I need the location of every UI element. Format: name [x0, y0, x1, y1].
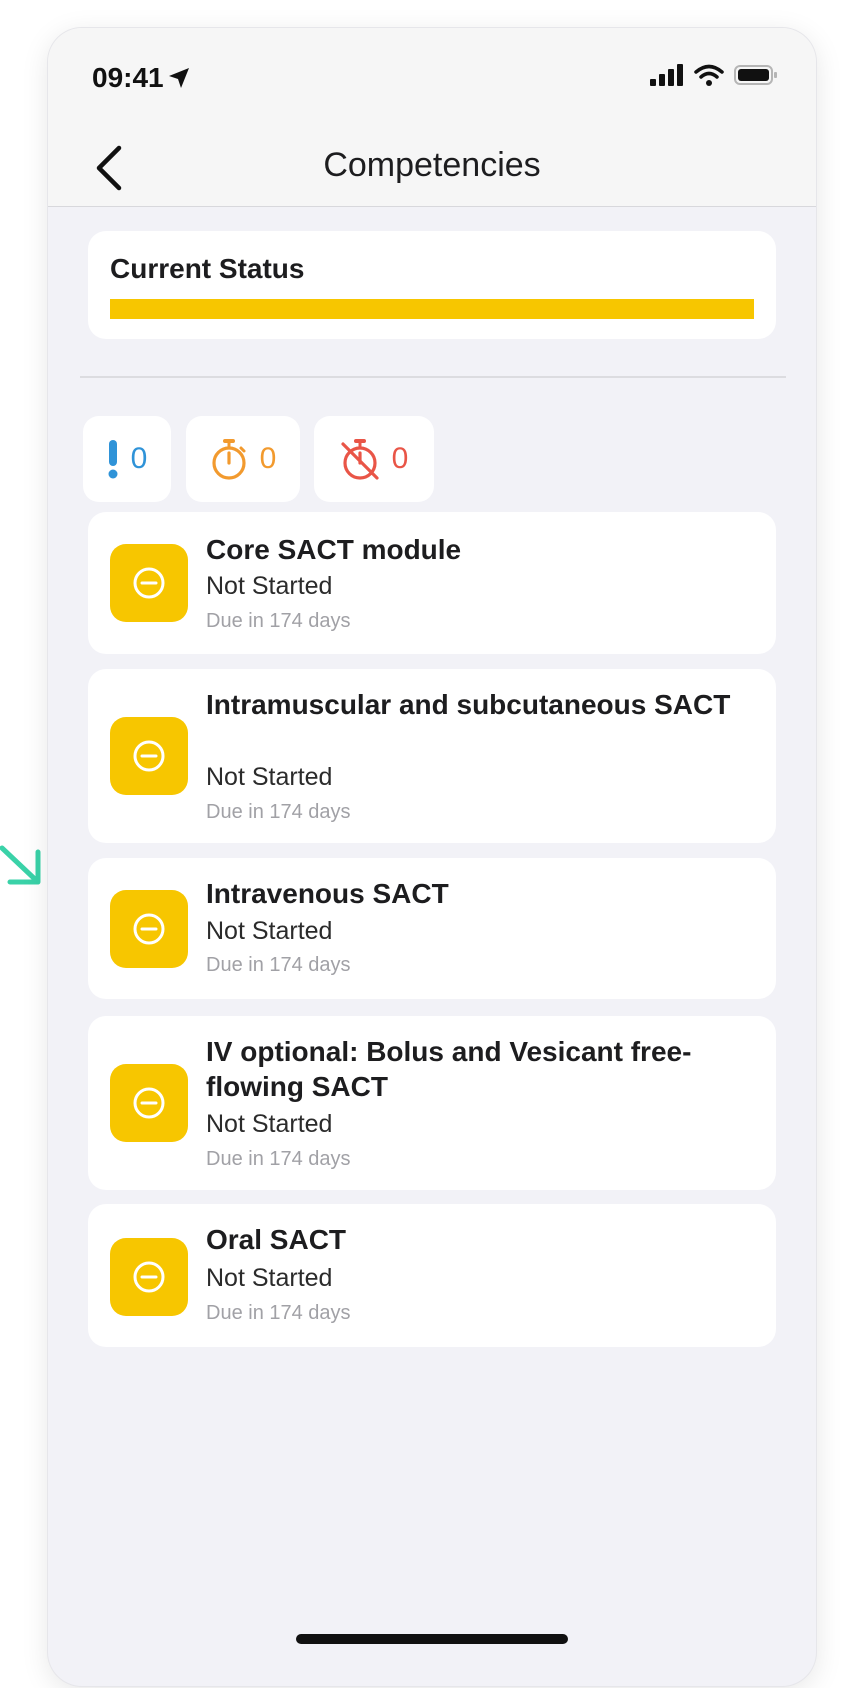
competency-status: Not Started — [206, 572, 333, 600]
competency-title: Oral SACT — [206, 1224, 347, 1255]
competency-status-badge — [110, 1238, 188, 1316]
stopwatch-icon — [212, 439, 246, 480]
phone-screen: 09:41 Competencies Current Status 0 0 0 … — [48, 28, 816, 1686]
signal-bars-icon — [650, 64, 683, 86]
wifi-icon — [694, 64, 724, 86]
competency-status: Not Started — [206, 1264, 333, 1292]
location-arrow-icon — [168, 68, 189, 88]
battery-icon — [734, 65, 777, 85]
competency-item-intravenous[interactable]: Intravenous SACT Not Started Due in 174 … — [88, 858, 776, 999]
status-time: 09:41 — [92, 62, 192, 94]
status-icons — [650, 64, 778, 86]
competency-due: Due in 174 days — [206, 610, 351, 632]
competency-status-badge — [110, 544, 188, 622]
exclamation-icon — [108, 440, 118, 479]
page-title: Competencies — [323, 146, 541, 184]
overdue-count: 0 — [391, 442, 409, 475]
competency-status-badge — [110, 1064, 188, 1142]
competency-status: Not Started — [206, 917, 333, 945]
competency-status: Not Started — [206, 763, 333, 791]
home-indicator[interactable] — [296, 1634, 568, 1644]
competency-item-intramuscular[interactable]: Intramuscular and subcutaneous SACT Not … — [88, 669, 776, 843]
current-status-label: Current Status — [110, 253, 305, 284]
minus-circle-icon — [133, 567, 165, 599]
in-progress-counter[interactable]: 0 — [186, 416, 300, 502]
alert-counter[interactable]: 0 — [83, 416, 171, 502]
time-label: 09:41 — [92, 62, 164, 93]
minus-circle-icon — [133, 913, 165, 945]
competency-status-badge — [110, 717, 188, 795]
competency-status-badge — [110, 890, 188, 968]
competency-due: Due in 174 days — [206, 801, 351, 823]
decorative-arrow-icon — [0, 845, 41, 885]
competency-due: Due in 174 days — [206, 1302, 351, 1324]
competency-status: Not Started — [206, 1110, 333, 1138]
competency-item-oral-sact[interactable]: Oral SACT Not Started Due in 174 days — [88, 1204, 776, 1347]
section-divider — [80, 376, 786, 378]
header: 09:41 Competencies — [48, 28, 816, 207]
stopwatch-off-icon — [341, 439, 379, 480]
current-status-progress — [110, 299, 754, 319]
competency-due: Due in 174 days — [206, 1148, 351, 1170]
competency-title: Intramuscular and subcutaneous SACT — [206, 689, 731, 720]
competency-item-iv-optional[interactable]: IV optional: Bolus and Vesicant free-flo… — [88, 1016, 776, 1190]
competency-due: Due in 174 days — [206, 954, 351, 976]
in-progress-count: 0 — [259, 442, 277, 475]
header-divider — [48, 206, 816, 207]
minus-circle-icon — [133, 1087, 165, 1119]
minus-circle-icon — [133, 740, 165, 772]
competency-title: Intravenous SACT — [206, 878, 449, 909]
current-status-card: Current Status — [88, 231, 776, 339]
minus-circle-icon — [133, 1261, 165, 1293]
current-status-progress-fill — [110, 299, 754, 319]
overdue-counter[interactable]: 0 — [314, 416, 434, 502]
competency-title: IV optional: Bolus and Vesicant free-flo… — [206, 1036, 692, 1102]
alert-count: 0 — [130, 442, 148, 475]
competency-item-core-sact[interactable]: Core SACT module Not Started Due in 174 … — [88, 512, 776, 654]
competency-title: Core SACT module — [206, 534, 462, 565]
